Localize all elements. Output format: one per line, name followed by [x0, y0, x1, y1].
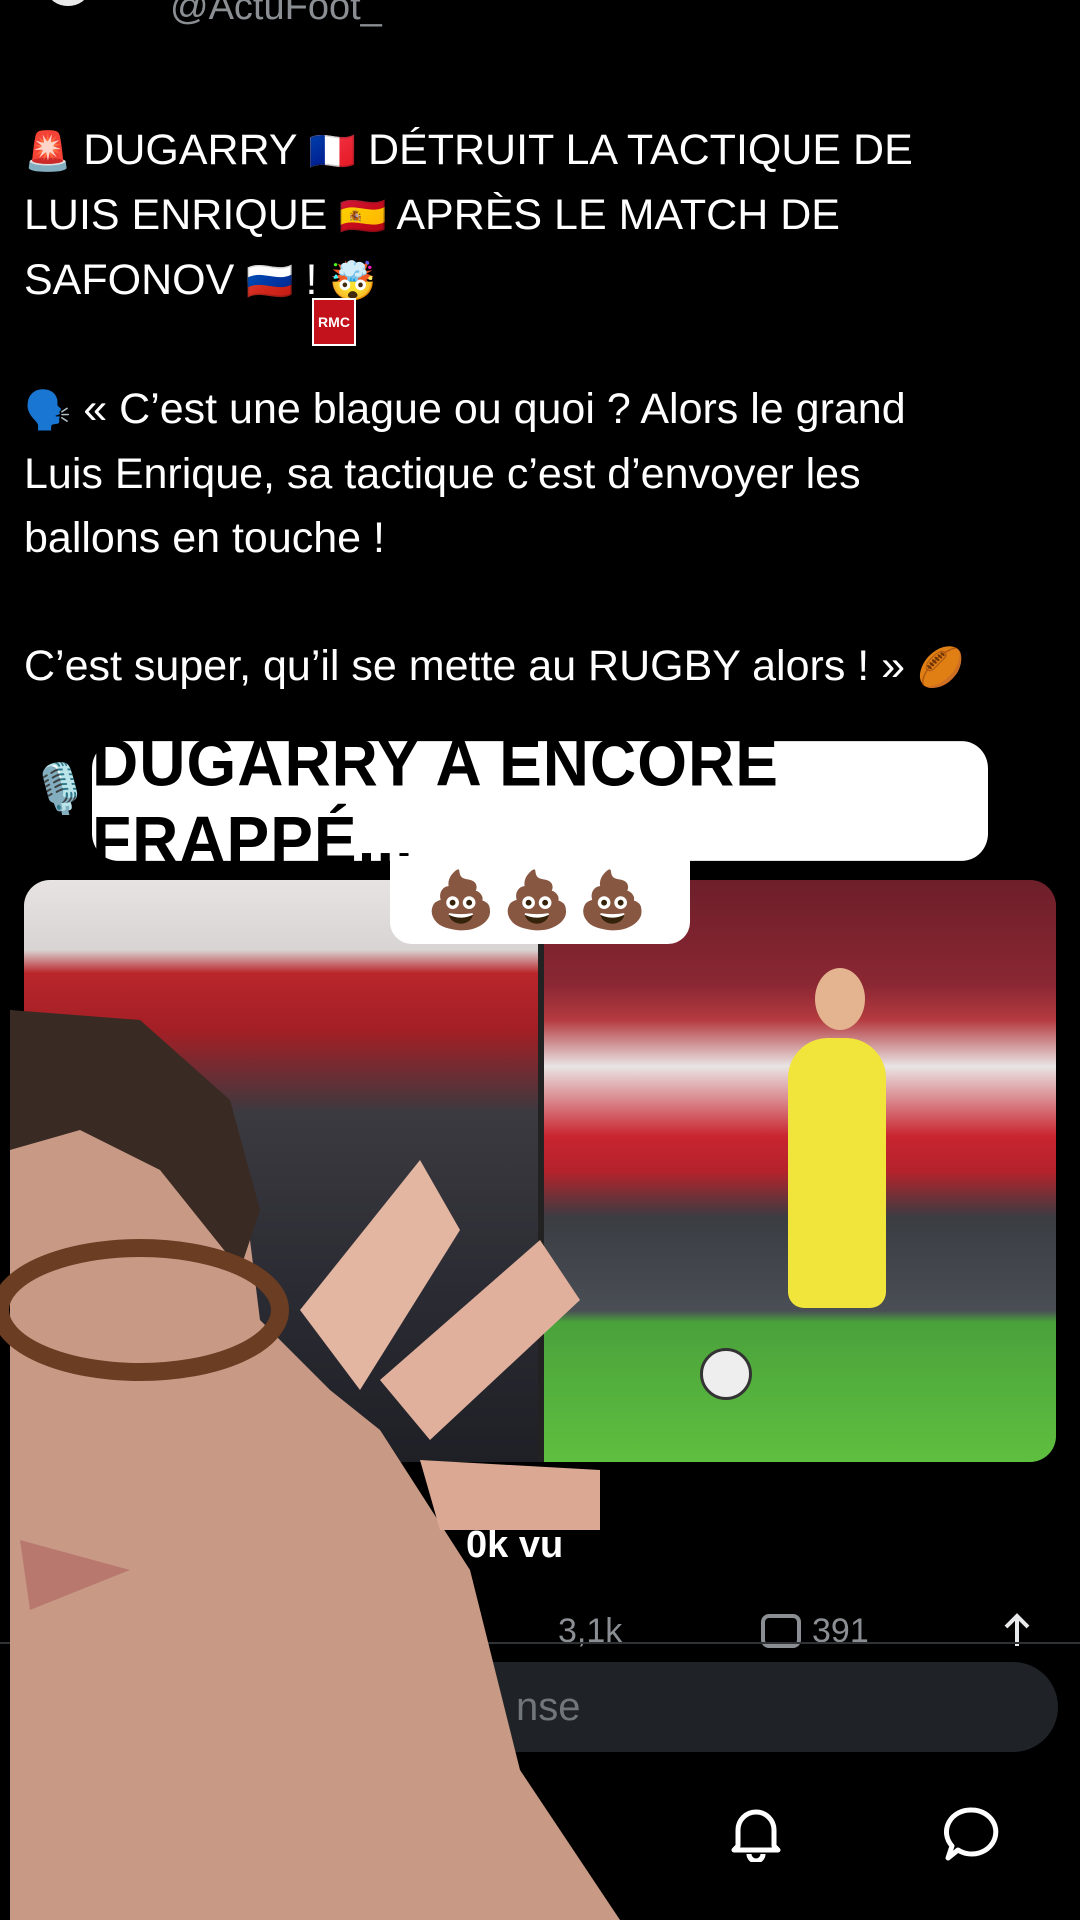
caption-title: DUGARRY A ENCORE FRAPPÉ...	[92, 724, 988, 878]
tweet-line: Luis Enrique, sa tactique c’est d’envoye…	[24, 450, 861, 498]
goalkeeper-head	[815, 968, 865, 1030]
reply-count: 391	[812, 1612, 869, 1650]
flag-ru-icon: 🇷🇺	[246, 259, 294, 303]
tweet-line: 🗣️ « C’est une blague ou quoi ? Alors le…	[24, 385, 906, 433]
flag-fr-icon: 🇫🇷	[308, 129, 357, 173]
speaking-head-icon: 🗣️	[24, 388, 72, 432]
football-icon	[700, 1348, 752, 1400]
tweet-line: 🚨 DUGARRY 🇫🇷 DÉTRUIT LA TACTIQUE DE	[24, 126, 913, 174]
avatar[interactable]	[48, 0, 88, 6]
siren-icon: 🚨	[24, 129, 72, 173]
share-action[interactable]	[1000, 1612, 1034, 1650]
reply-icon	[761, 1613, 801, 1648]
flag-es-icon: 🇪🇸	[339, 194, 387, 238]
tweet-line: SAFONOV 🇷🇺 ! 🤯	[24, 256, 377, 304]
rugby-ball-icon: 🏉	[917, 645, 965, 689]
tweet-text: 🚨 DUGARRY 🇫🇷 DÉTRUIT LA TACTIQUE DE LUIS…	[24, 118, 1064, 699]
bell-icon[interactable]	[730, 1806, 782, 1862]
presenter-overlay	[0, 1010, 620, 1920]
chat-bubble-icon[interactable]	[944, 1806, 1000, 1862]
share-icon	[1004, 1613, 1030, 1646]
caption-emojis: 💩💩💩	[390, 856, 690, 944]
tweet-line: C’est super, qu’il se mette au RUGBY alo…	[24, 642, 965, 690]
author-handle[interactable]: @ActuFoot_	[170, 0, 382, 29]
tweet-line: ballons en touche !	[24, 514, 385, 562]
reply-action[interactable]: 391	[760, 1612, 869, 1651]
microphone-icon: 🎙️	[30, 763, 90, 816]
rmc-logo: RMC	[312, 298, 356, 346]
mind-blown-icon: 🤯	[329, 259, 377, 303]
goalkeeper-figure	[788, 1038, 886, 1308]
tweet-line: LUIS ENRIQUE 🇪🇸 APRÈS LE MATCH DE	[24, 191, 840, 239]
